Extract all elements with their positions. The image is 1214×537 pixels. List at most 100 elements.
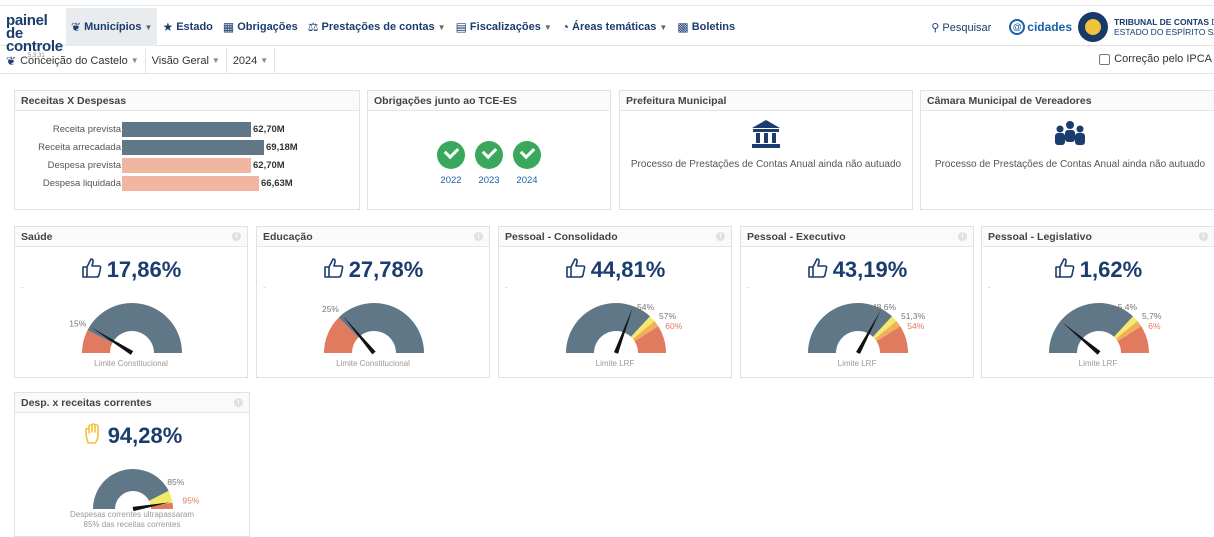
bar-label: Despesa liquidada: [42, 178, 121, 189]
municipio-value: Conceição do Castelo: [20, 54, 128, 67]
info-icon[interactable]: i: [716, 232, 725, 241]
gauge-label: 60%: [665, 321, 682, 331]
indicator-card: Saúde i 17,86% -15% Limite Constitucional: [14, 226, 248, 378]
obrigacao-year[interactable]: 2024: [512, 141, 542, 186]
chevron-down-icon: ▼: [260, 56, 269, 65]
bar[interactable]: [122, 176, 259, 191]
map-pin-icon: ❦: [6, 53, 17, 68]
cidades-logo[interactable]: @ cidades: [1009, 19, 1072, 35]
menu-label: Prestações de contas: [321, 21, 435, 33]
gauge-label: 54%: [907, 321, 924, 331]
chevron-down-icon: ▼: [437, 22, 446, 32]
menu-boletins[interactable]: ▩ Boletins: [672, 8, 740, 46]
logo-line1: painel de: [6, 12, 48, 42]
bar-label: Despesa prevista: [47, 160, 121, 171]
indicator-value: 1,62%: [982, 257, 1214, 285]
menu-label: Áreas temáticas: [572, 21, 657, 33]
indicator-gauge: 25%: [322, 303, 424, 355]
filter-bar: ❦ Conceição do Castelo ▼ Visão Geral ▼ 2024…: [0, 47, 1214, 74]
bar[interactable]: [122, 158, 251, 173]
indicator-percent: 27,78%: [348, 257, 424, 282]
hand-stop-icon: [82, 423, 104, 451]
gauge-label: 15%: [69, 319, 86, 329]
bar[interactable]: [122, 122, 251, 137]
ano-select[interactable]: 2024 ▼: [227, 47, 276, 74]
menu-prestacoes[interactable]: ⚖ Prestações de contas ▼: [303, 8, 451, 46]
indicator-header: Pessoal - Consolidado i: [499, 227, 731, 247]
tce-line1: TRIBUNAL DE CONTAS: [1114, 17, 1210, 27]
gauge-label: 6%: [1148, 321, 1161, 331]
menu-obrigacoes[interactable]: ▦ Obrigações: [218, 8, 303, 46]
indicator-footer: Limite LRF: [1078, 359, 1118, 368]
menu-areas[interactable]: ◔ Áreas temáticas ▼: [557, 8, 673, 46]
gauge-label: 25%: [322, 304, 339, 314]
search-label: Pesquisar: [942, 21, 992, 34]
bar-row: Receita arrecadada 69,18M: [15, 139, 359, 156]
prefeitura-body: Processo de Prestações de Contas Anual a…: [620, 119, 912, 170]
tce-line2: ESTADO DO ESPÍRITO SANTO: [1114, 27, 1214, 37]
menu-estado[interactable]: ★ Estado: [157, 8, 217, 46]
indicator-footer: Limite Constitucional: [336, 359, 410, 368]
despesas-gauge: 85% 95%: [93, 469, 200, 512]
indicator-card: Pessoal - Executivo i 43,19% -48,6% 51,3% 54%…: [740, 226, 974, 378]
info-icon[interactable]: i: [474, 232, 483, 241]
state-icon: ★: [162, 20, 174, 34]
check-circle-icon: [513, 141, 541, 169]
newspaper-icon: ▩: [677, 20, 689, 34]
despesas-footer-line1: Despesas correntes ultrapassaram: [69, 510, 195, 519]
camara-title: Câmara Municipal de Vereadores: [921, 91, 1214, 111]
despesas-footer: Despesas correntes ultrapassaram 85% das…: [15, 510, 249, 530]
obrigacao-year[interactable]: 2022: [436, 141, 466, 186]
indicator-gauge: 54% 57%60%: [566, 302, 683, 354]
cidades-label: cidades: [1027, 20, 1072, 34]
info-icon[interactable]: i: [232, 232, 241, 241]
indicator-header: Saúde i: [15, 227, 247, 247]
pie-icon: ◔: [561, 20, 570, 34]
info-icon[interactable]: i: [958, 232, 967, 241]
chevron-down-icon: ▼: [543, 22, 552, 32]
indicator-percent: 44,81%: [590, 257, 666, 282]
bar[interactable]: [122, 140, 264, 155]
gauge-label: 5,4%: [1118, 302, 1138, 312]
obrigacoes-checks: 2022 2023 2024: [368, 141, 610, 186]
indicator-card: Pessoal - Consolidado i 44,81% -54% 57% 60% Li…: [498, 226, 732, 378]
indicator-header: Pessoal - Executivo i: [741, 227, 973, 247]
menu-label: Estado: [176, 21, 213, 33]
indicator-footer: Limite LRF: [837, 359, 877, 368]
indicator-value: 44,81%: [499, 257, 731, 285]
menu-label: Fiscalizações: [469, 21, 541, 33]
painel-logo[interactable]: painel de controle 5.3.31: [6, 12, 63, 59]
indicator-header: Educação i: [257, 227, 489, 247]
prefeitura-title: Prefeitura Municipal: [620, 91, 912, 111]
visao-select[interactable]: Visão Geral ▼: [146, 47, 227, 74]
menu-municipios[interactable]: ❦ Municípios ▼: [66, 8, 158, 46]
receitas-bars: Receita prevista 62,70M Receita arrecadada…: [15, 121, 359, 193]
cidades-icon: @: [1009, 19, 1026, 35]
ipca-label: Correção pelo IPCA: [1114, 53, 1212, 65]
municipio-select[interactable]: ❦ Conceição do Castelo ▼: [0, 47, 146, 74]
bar-value: 66,63M: [261, 178, 293, 189]
info-icon[interactable]: i: [1199, 232, 1208, 241]
check-circle-icon: [475, 141, 503, 169]
main-menu: ❦ Municípios ▼ ★ Estado ▦ Obrigações ⚖ Presta…: [66, 8, 740, 46]
indicator-card: Educação i 27,78% -25% Limite Constitucional: [256, 226, 490, 378]
bar-row: Despesa prevista 62,70M: [15, 157, 359, 174]
indicator-percent: 43,19%: [832, 257, 908, 282]
people-icon: [921, 119, 1214, 149]
ipca-checkbox[interactable]: Correção pelo IPCA: [1099, 53, 1212, 65]
indicator-card: Pessoal - Legislativo i 1,62% -5,4% 5,7% 6% Li…: [981, 226, 1214, 378]
search-button[interactable]: ⚲ Pesquisar: [931, 21, 991, 34]
info-icon[interactable]: i: [234, 398, 243, 407]
menu-fiscalizacoes[interactable]: ▤ Fiscalizações ▼: [451, 8, 557, 46]
indicator-value: 27,78%: [257, 257, 489, 285]
indicator-header: Pessoal - Legislativo i: [982, 227, 1214, 247]
year-label: 2022: [440, 175, 462, 186]
obrigacao-year[interactable]: 2023: [474, 141, 504, 186]
despesas-value: 94,28%: [15, 423, 249, 451]
menu-label: Obrigações: [237, 21, 298, 33]
visao-value: Visão Geral: [151, 54, 209, 67]
chevron-down-icon: ▼: [144, 22, 153, 32]
indicator-title: Pessoal - Legislativo: [988, 231, 1092, 243]
gauge-label: 51,3%: [901, 311, 926, 321]
prefeitura-status: Processo de Prestações de Contas Anual a…: [630, 159, 902, 170]
